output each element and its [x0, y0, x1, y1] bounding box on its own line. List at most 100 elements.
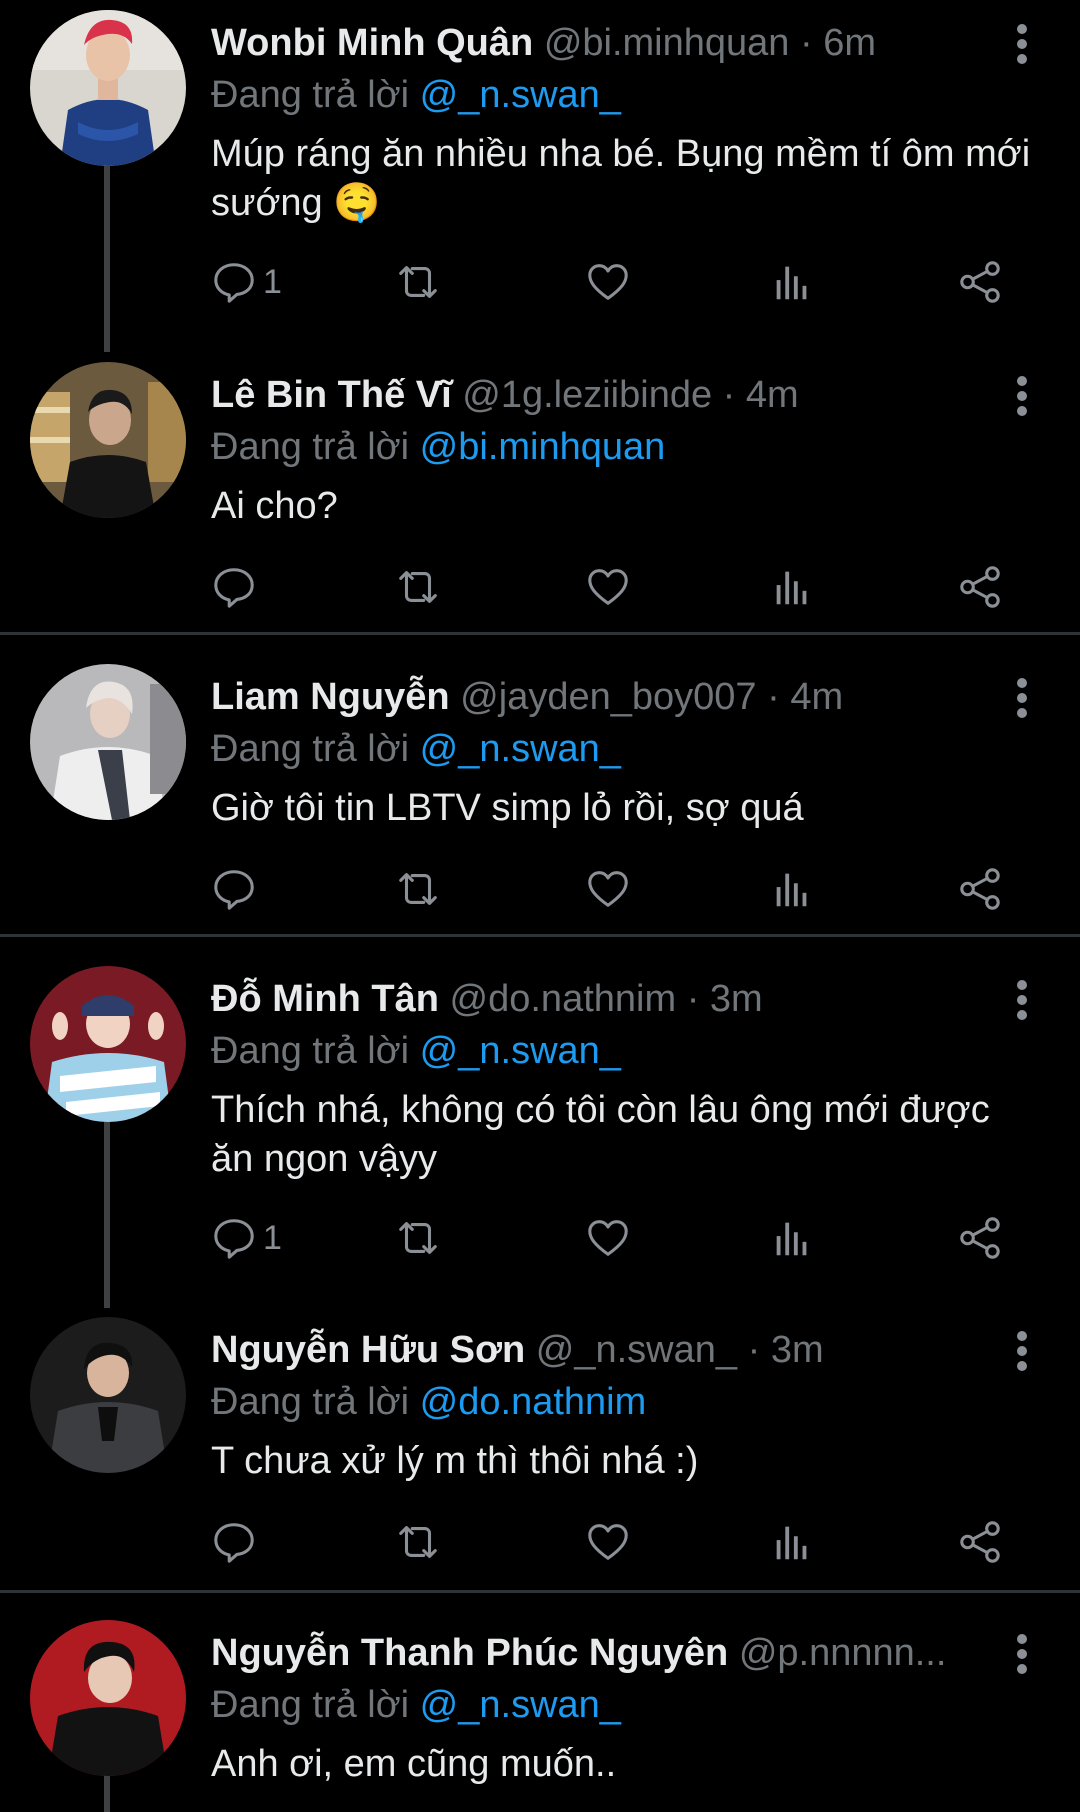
timestamp: 3m [709, 978, 763, 1020]
username-handle[interactable]: @jayden_boy007 [460, 676, 756, 718]
more-options-icon[interactable] [1014, 678, 1030, 718]
more-options-icon[interactable] [1014, 376, 1030, 416]
tweet-header: Lê Bin Thế Vĩ @1g.leziibinde · 4m [211, 370, 981, 420]
more-options-icon[interactable] [1014, 1634, 1030, 1674]
retweet-icon [393, 1215, 443, 1261]
divider [0, 632, 1080, 635]
avatar[interactable] [30, 966, 186, 1122]
reply-mention-link[interactable]: @_n.swan_ [420, 728, 621, 770]
heart-icon [585, 1519, 631, 1565]
tweet-text: Thích nhá, không có tôi còn lâu ông mới … [211, 1089, 990, 1180]
username-handle[interactable]: @_n.swan_ [536, 1329, 737, 1371]
reply-mention-link[interactable]: @_n.swan_ [420, 74, 621, 116]
views-button[interactable] [769, 1517, 815, 1567]
tweet-action-bar [211, 1517, 1011, 1567]
views-bar-chart-icon [769, 1215, 815, 1261]
more-options-icon[interactable] [1014, 24, 1030, 64]
display-name[interactable]: Wonbi Minh Quân [211, 22, 533, 64]
display-name[interactable]: Nguyễn Hữu Sơn [211, 1329, 525, 1371]
like-button[interactable] [585, 562, 631, 612]
separator-dot: · [686, 978, 700, 1020]
tweet-text: T chưa xử lý m thì thôi nhá :) [211, 1440, 699, 1482]
tweet[interactable]: Nguyễn Hữu Sơn @_n.swan_ · 3m Đang trả l… [0, 1317, 1080, 1572]
views-bar-chart-icon [769, 1519, 815, 1565]
share-button[interactable] [957, 1517, 1003, 1567]
reply-button[interactable] [211, 864, 263, 914]
display-name[interactable]: Liam Nguyễn [211, 676, 450, 718]
timestamp: 4m [790, 676, 844, 718]
share-button[interactable] [957, 1213, 1003, 1263]
retweet-icon [393, 866, 443, 912]
divider [0, 934, 1080, 937]
thread-connector-line [104, 1118, 110, 1308]
avatar[interactable] [30, 1620, 186, 1776]
tweet-action-bar [211, 562, 1011, 612]
replying-to-label: Đang trả lời [211, 74, 410, 116]
heart-icon [585, 564, 631, 610]
share-icon [957, 866, 1003, 912]
reply-button[interactable]: 1 [211, 1213, 282, 1263]
avatar[interactable] [30, 362, 186, 518]
views-button[interactable] [769, 257, 815, 307]
reply-button[interactable]: 1 [211, 257, 282, 307]
timestamp: 4m [745, 374, 799, 416]
username-handle[interactable]: @do.nathnim [450, 978, 677, 1020]
thread-connector-line [104, 1772, 110, 1812]
replying-to-label: Đang trả lời [211, 1684, 410, 1726]
tweet[interactable]: Lê Bin Thế Vĩ @1g.leziibinde · 4m Đang t… [0, 362, 1080, 617]
like-button[interactable] [585, 257, 631, 307]
share-button[interactable] [957, 257, 1003, 307]
reply-mention-link[interactable]: @bi.minhquan [420, 426, 666, 468]
like-button[interactable] [585, 864, 631, 914]
tweet[interactable]: Liam Nguyễn @jayden_boy007 · 4m Đang trả… [0, 664, 1080, 919]
tweet-action-bar [211, 864, 1011, 914]
tweet[interactable]: Wonbi Minh Quân @bi.minhquan · 6m Đang t… [0, 10, 1080, 352]
username-handle[interactable]: @p.nnnnn... [739, 1632, 947, 1674]
display-name[interactable]: Đỗ Minh Tân [211, 978, 439, 1020]
display-name[interactable]: Lê Bin Thế Vĩ [211, 374, 452, 416]
retweet-button[interactable] [393, 1517, 443, 1567]
replying-to-line: Đang trả lời @_n.swan_ [211, 1680, 621, 1730]
replying-to-label: Đang trả lời [211, 426, 410, 468]
retweet-button[interactable] [393, 257, 443, 307]
reply-button[interactable] [211, 1517, 263, 1567]
tweet-header: Liam Nguyễn @jayden_boy007 · 4m [211, 672, 981, 722]
avatar[interactable] [30, 1317, 186, 1473]
views-button[interactable] [769, 562, 815, 612]
tweet[interactable]: Nguyễn Thanh Phúc Nguyên @p.nnnnn... Đan… [0, 1620, 1080, 1812]
replying-to-label: Đang trả lời [211, 1030, 410, 1072]
views-bar-chart-icon [769, 564, 815, 610]
avatar[interactable] [30, 664, 186, 820]
reply-mention-link[interactable]: @_n.swan_ [420, 1030, 621, 1072]
views-button[interactable] [769, 864, 815, 914]
thread-connector-line [104, 162, 110, 352]
tweet[interactable]: Đỗ Minh Tân @do.nathnim · 3m Đang trả lờ… [0, 966, 1080, 1308]
reply-icon [211, 1215, 257, 1261]
reply-icon [211, 1519, 257, 1565]
retweet-button[interactable] [393, 562, 443, 612]
more-options-icon[interactable] [1014, 980, 1030, 1020]
retweet-button[interactable] [393, 864, 443, 914]
username-handle[interactable]: @bi.minhquan [544, 22, 790, 64]
views-button[interactable] [769, 1213, 815, 1263]
more-options-icon[interactable] [1014, 1331, 1030, 1371]
retweet-button[interactable] [393, 1213, 443, 1263]
username-handle[interactable]: @1g.leziibinde [462, 374, 712, 416]
tweet-header: Nguyễn Thanh Phúc Nguyên @p.nnnnn... [211, 1628, 981, 1678]
share-button[interactable] [957, 562, 1003, 612]
retweet-icon [393, 259, 443, 305]
replying-to-line: Đang trả lời @_n.swan_ [211, 724, 621, 774]
replying-to-line: Đang trả lời @bi.minhquan [211, 422, 665, 472]
heart-icon [585, 1215, 631, 1261]
reply-mention-link[interactable]: @do.nathnim [420, 1381, 647, 1423]
reply-count: 1 [263, 1219, 282, 1257]
replying-to-line: Đang trả lời @_n.swan_ [211, 1026, 621, 1076]
share-button[interactable] [957, 864, 1003, 914]
display-name[interactable]: Nguyễn Thanh Phúc Nguyên [211, 1632, 728, 1674]
like-button[interactable] [585, 1517, 631, 1567]
reply-button[interactable] [211, 562, 263, 612]
reply-mention-link[interactable]: @_n.swan_ [420, 1684, 621, 1726]
like-button[interactable] [585, 1213, 631, 1263]
tweet-text: Múp ráng ăn nhiều nha bé. Bụng mềm tí ôm… [211, 133, 1031, 224]
avatar[interactable] [30, 10, 186, 166]
